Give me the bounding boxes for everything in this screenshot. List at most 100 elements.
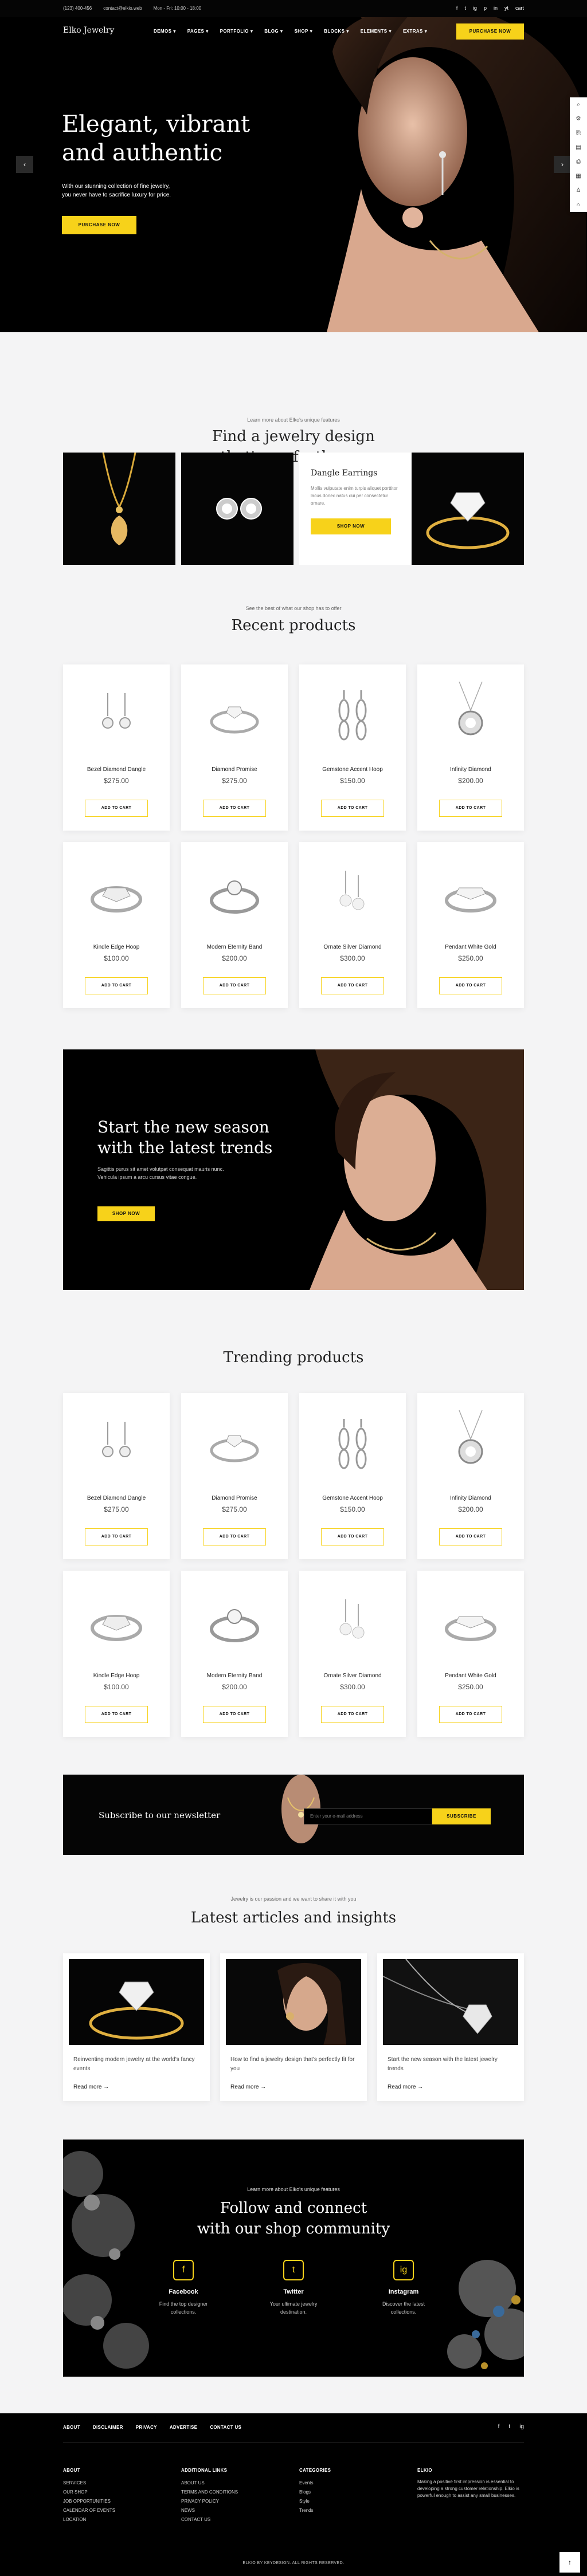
product-name[interactable]: Ornate Silver Diamond bbox=[299, 1673, 406, 1679]
nav-item-pages[interactable]: PAGES ▾ bbox=[187, 29, 209, 34]
facebook-icon[interactable]: f bbox=[498, 2424, 500, 2430]
product-name[interactable]: Modern Eternity Band bbox=[181, 944, 288, 950]
cart-icon[interactable]: cart bbox=[515, 5, 524, 11]
footer-link-privacy[interactable]: PRIVACY bbox=[136, 2425, 157, 2430]
add-to-cart-button[interactable]: ADD TO CART bbox=[203, 1528, 266, 1545]
product-name[interactable]: Kindle Edge Hoop bbox=[63, 1673, 170, 1679]
product-name[interactable]: Ornate Silver Diamond bbox=[299, 944, 406, 950]
nav-item-portfolio[interactable]: PORTFOLIO ▾ bbox=[220, 29, 253, 34]
blog-post-title[interactable]: Start the new season with the latest jew… bbox=[388, 2055, 514, 2074]
add-to-cart-button[interactable]: ADD TO CART bbox=[85, 977, 148, 994]
product-card[interactable]: Bezel Diamond Dangle $275.00 ADD TO CART bbox=[63, 1393, 170, 1559]
product-name[interactable]: Gemstone Accent Hoop bbox=[299, 766, 406, 773]
footer-item[interactable]: JOB OPPORTUNITIES bbox=[63, 2497, 115, 2506]
product-name[interactable]: Modern Eternity Band bbox=[181, 1673, 288, 1679]
add-to-cart-button[interactable]: ADD TO CART bbox=[439, 977, 502, 994]
email-text[interactable]: contact@elkio.web bbox=[103, 6, 142, 11]
linkedin-icon[interactable]: in bbox=[494, 5, 498, 11]
read-more-link[interactable]: Read more → bbox=[388, 2084, 423, 2090]
subscribe-button[interactable]: SUBSCRIBE bbox=[432, 1808, 491, 1824]
product-card[interactable]: Infinity Diamond $200.00 ADD TO CART bbox=[417, 664, 524, 831]
product-name[interactable]: Diamond Promise bbox=[181, 766, 288, 773]
blog-card[interactable]: How to find a jewelry design that's perf… bbox=[220, 1953, 367, 2101]
purchase-now-button[interactable]: PURCHASE NOW bbox=[456, 23, 524, 40]
community-facebook[interactable]: f Facebook Find the top designer collecti… bbox=[138, 2260, 229, 2316]
product-name[interactable]: Infinity Diamond bbox=[417, 766, 524, 773]
nav-item-blog[interactable]: BLOG ▾ bbox=[264, 29, 283, 34]
add-to-cart-button[interactable]: ADD TO CART bbox=[85, 1706, 148, 1723]
add-to-cart-button[interactable]: ADD TO CART bbox=[203, 800, 266, 817]
add-to-cart-button[interactable]: ADD TO CART bbox=[203, 977, 266, 994]
product-card[interactable]: Bezel Diamond Dangle $275.00 ADD TO CART bbox=[63, 664, 170, 831]
home-tool-icon[interactable]: ⌂ bbox=[570, 198, 587, 212]
footer-item[interactable]: OUR SHOP bbox=[63, 2488, 115, 2497]
add-to-cart-button[interactable]: ADD TO CART bbox=[321, 1528, 384, 1545]
search-tool-icon[interactable]: ⌕ bbox=[570, 97, 587, 112]
add-to-cart-button[interactable]: ADD TO CART bbox=[439, 1706, 502, 1723]
nav-item-blocks[interactable]: BLOCKS ▾ bbox=[324, 29, 349, 34]
product-name[interactable]: Pendant White Gold bbox=[417, 1673, 524, 1679]
product-name[interactable]: Kindle Edge Hoop bbox=[63, 944, 170, 950]
product-name[interactable]: Infinity Diamond bbox=[417, 1495, 524, 1501]
read-more-link[interactable]: Read more → bbox=[73, 2084, 109, 2090]
instagram-icon[interactable]: ig bbox=[473, 5, 477, 11]
feature-ring-image[interactable] bbox=[412, 453, 524, 565]
nav-item-extras[interactable]: EXTRAS ▾ bbox=[403, 29, 427, 34]
product-card[interactable]: Diamond Promise $275.00 ADD TO CART bbox=[181, 664, 288, 831]
slider-prev-arrow-icon[interactable]: ‹ bbox=[16, 156, 33, 173]
product-name[interactable]: Gemstone Accent Hoop bbox=[299, 1495, 406, 1501]
blog-card[interactable]: Reinventing modern jewelry at the world'… bbox=[63, 1953, 210, 2101]
footer-link-contact[interactable]: CONTACT US bbox=[210, 2425, 241, 2430]
facebook-icon[interactable]: f bbox=[456, 5, 458, 11]
blog-post-title[interactable]: How to find a jewelry design that's perf… bbox=[230, 2055, 357, 2074]
add-to-cart-button[interactable]: ADD TO CART bbox=[85, 800, 148, 817]
layout-tool-icon[interactable]: ▤ bbox=[570, 140, 587, 155]
product-card[interactable]: Infinity Diamond $200.00 ADD TO CART bbox=[417, 1393, 524, 1559]
phone-text[interactable]: (123) 400-456 bbox=[63, 6, 92, 11]
hero-purchase-button[interactable]: PURCHASE NOW bbox=[62, 216, 136, 234]
feature-studs-image[interactable] bbox=[181, 453, 294, 565]
nav-item-elements[interactable]: ELEMENTS ▾ bbox=[361, 29, 392, 34]
twitter-icon[interactable]: t bbox=[508, 2424, 510, 2430]
footer-item[interactable]: CONTACT US bbox=[181, 2515, 238, 2524]
product-card[interactable]: Pendant White Gold $250.00 ADD TO CART bbox=[417, 842, 524, 1008]
newsletter-email-input[interactable]: Enter your e-mail address bbox=[304, 1808, 432, 1824]
product-card[interactable]: Gemstone Accent Hoop $150.00 ADD TO CART bbox=[299, 664, 406, 831]
product-card[interactable]: Pendant White Gold $250.00 ADD TO CART bbox=[417, 1571, 524, 1737]
print-tool-icon[interactable]: ⎙ bbox=[570, 155, 587, 169]
read-more-link[interactable]: Read more → bbox=[230, 2084, 266, 2090]
footer-item[interactable]: Events bbox=[299, 2479, 331, 2488]
footer-item[interactable]: NEWS bbox=[181, 2506, 238, 2515]
footer-item[interactable]: CALENDAR OF EVENTS bbox=[63, 2506, 115, 2515]
footer-item[interactable]: Style bbox=[299, 2497, 331, 2506]
product-card[interactable]: Kindle Edge Hoop $100.00 ADD TO CART bbox=[63, 842, 170, 1008]
pinterest-icon[interactable]: p bbox=[484, 5, 487, 11]
twitter-icon[interactable]: t bbox=[464, 5, 466, 11]
add-to-cart-button[interactable]: ADD TO CART bbox=[85, 1528, 148, 1545]
settings-tool-icon[interactable]: ⚙ bbox=[570, 112, 587, 126]
footer-item[interactable]: TERMS AND CONDITIONS bbox=[181, 2488, 238, 2497]
youtube-icon[interactable]: yt bbox=[504, 5, 508, 11]
community-twitter[interactable]: t Twitter Your ultimate jewelry destinati… bbox=[248, 2260, 339, 2316]
add-to-cart-button[interactable]: ADD TO CART bbox=[321, 977, 384, 994]
add-to-cart-button[interactable]: ADD TO CART bbox=[439, 1528, 502, 1545]
footer-link-about[interactable]: ABOUT bbox=[63, 2425, 80, 2430]
product-card[interactable]: Modern Eternity Band $200.00 ADD TO CART bbox=[181, 1571, 288, 1737]
community-instagram[interactable]: ig Instagram Discover the latest collecti… bbox=[358, 2260, 449, 2316]
add-to-cart-button[interactable]: ADD TO CART bbox=[203, 1706, 266, 1723]
product-card[interactable]: Kindle Edge Hoop $100.00 ADD TO CART bbox=[63, 1571, 170, 1737]
product-card[interactable]: Diamond Promise $275.00 ADD TO CART bbox=[181, 1393, 288, 1559]
footer-item[interactable]: SERVICES bbox=[63, 2479, 115, 2488]
footer-item[interactable]: Blogs bbox=[299, 2488, 331, 2497]
promo-shop-now-button[interactable]: SHOP NOW bbox=[97, 1206, 155, 1221]
product-name[interactable]: Diamond Promise bbox=[181, 1495, 288, 1501]
back-to-top-icon[interactable]: ↑ bbox=[559, 2552, 580, 2573]
product-card[interactable]: Modern Eternity Band $200.00 ADD TO CART bbox=[181, 842, 288, 1008]
footer-item[interactable]: ABOUT US bbox=[181, 2479, 238, 2488]
footer-item[interactable]: PRIVACY POLICY bbox=[181, 2497, 238, 2506]
shop-now-button[interactable]: SHOP NOW bbox=[311, 518, 391, 534]
product-card[interactable]: Gemstone Accent Hoop $150.00 ADD TO CART bbox=[299, 1393, 406, 1559]
user-tool-icon[interactable]: ♙ bbox=[570, 183, 587, 198]
footer-item[interactable]: Trends bbox=[299, 2506, 331, 2515]
product-name[interactable]: Bezel Diamond Dangle bbox=[63, 1495, 170, 1501]
